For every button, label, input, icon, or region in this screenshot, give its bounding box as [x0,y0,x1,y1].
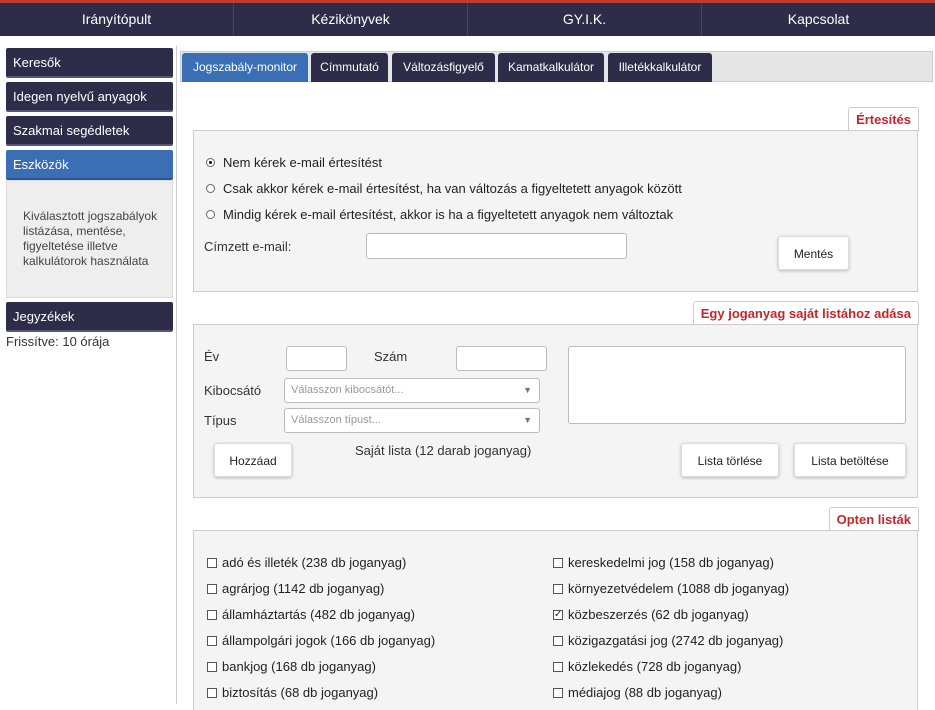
issuer-label: Kibocsátó [204,383,262,398]
radio-option-always[interactable]: Mindig kérek e-mail értesítést, akkor is… [206,207,673,222]
list-item-label: közigazgatási jog (2742 db joganyag) [568,633,784,648]
list-item-kozbeszerzes[interactable]: ✓ közbeszerzés (62 db joganyag) [553,607,749,622]
tab-interest-calculator[interactable]: Kamatkalkulátor [498,53,604,82]
sidebar: Keresők Idegen nyelvű anyagok Szakmai se… [6,48,173,349]
list-item-label: közbeszerzés (62 db joganyag) [568,607,749,622]
checkbox[interactable] [553,687,563,698]
list-item-kozigazgatasi[interactable]: közigazgatási jog (2742 db joganyag) [553,633,783,648]
type-label: Típus [204,413,237,428]
nav-contact[interactable]: Kapcsolat [702,3,935,36]
top-navigation: Irányítópult Kézikönyvek GY.I.K. Kapcsol… [0,0,935,36]
issuer-placeholder: Válasszon kibocsátót... [291,384,404,396]
radio-button[interactable] [206,184,215,193]
dropdown-arrow-icon: ▼ [523,415,532,425]
issuer-select[interactable]: Válasszon kibocsátót... ▼ [284,378,540,403]
sidebar-item-foreign-materials[interactable]: Idegen nyelvű anyagok [6,82,173,112]
list-item-label: államháztartás (482 db joganyag) [222,607,415,622]
checkbox[interactable] [553,557,563,568]
add-button[interactable]: Hozzáad [214,443,292,477]
nav-manuals[interactable]: Kézikönyvek [234,3,468,36]
load-list-button[interactable]: Lista betöltése [794,443,906,477]
sidebar-item-professional-aids[interactable]: Szakmai segédletek [6,116,173,146]
list-item-label: bankjog (168 db joganyag) [222,659,376,674]
checkbox[interactable] [553,661,563,672]
checkbox[interactable] [207,661,217,672]
radio-label: Nem kérek e-mail értesítést [223,155,382,170]
nav-faq[interactable]: GY.I.K. [468,3,702,36]
save-button[interactable]: Mentés [778,236,849,270]
list-item-kozlekedes[interactable]: közlekedés (728 db joganyag) [553,659,741,674]
list-item-label: adó és illeték (238 db joganyag) [222,555,407,570]
list-item-bankjog[interactable]: bankjog (168 db joganyag) [207,659,376,674]
email-label: Címzett e-mail: [204,239,292,254]
opten-lists-panel: adó és illeték (238 db joganyag) agrárjo… [193,530,918,710]
radio-button[interactable] [206,158,215,167]
sidebar-tools-description: Kiválasztott jogszabályok listázása, men… [6,180,173,298]
own-list-count: Saját lista (12 darab joganyag) [355,443,532,458]
dropdown-arrow-icon: ▼ [523,385,532,395]
opten-lists-title: Opten listák [828,507,919,531]
clear-list-button[interactable]: Lista törlése [681,443,779,477]
tab-address-index[interactable]: Címmutató [311,53,388,82]
number-input[interactable] [456,346,547,371]
own-list-box[interactable] [568,346,906,424]
list-item-label: biztosítás (68 db joganyag) [222,685,379,700]
list-item-biztositas[interactable]: biztosítás (68 db joganyag) [207,685,378,700]
notification-title: Értesítés [848,107,919,131]
list-item-label: médiajog (88 db joganyag) [568,685,722,700]
checkbox[interactable] [207,609,217,620]
radio-button[interactable] [206,210,215,219]
main-content: Jogszabály-monitor Címmutató Változásfig… [176,46,935,710]
tab-law-monitor[interactable]: Jogszabály-monitor [182,53,308,82]
checkbox[interactable] [207,557,217,568]
list-item-label: kereskedelmi jog (158 db joganyag) [568,555,774,570]
list-item-label: közlekedés (728 db joganyag) [568,659,742,674]
type-placeholder: Válasszon típust... [291,414,381,426]
sidebar-item-tools[interactable]: Eszközök [6,150,173,180]
checkbox[interactable] [207,583,217,594]
year-label: Év [204,349,220,364]
list-item-agrarjog[interactable]: agrárjog (1142 db joganyag) [207,581,384,596]
list-item-kereskedelmi[interactable]: kereskedelmi jog (158 db joganyag) [553,555,774,570]
add-item-panel: Év Szám Kibocsátó Válasszon kibocsátót..… [193,324,918,498]
email-field[interactable] [366,233,627,259]
tab-change-tracker[interactable]: Változásfigyelő [392,53,495,82]
list-item-allampolgari[interactable]: állampolgári jogok (166 db joganyag) [207,633,435,648]
list-item-label: agrárjog (1142 db joganyag) [222,581,385,596]
list-item-ado[interactable]: adó és illeték (238 db joganyag) [207,555,406,570]
nav-dashboard[interactable]: Irányítópult [0,3,234,36]
radio-option-none[interactable]: Nem kérek e-mail értesítést [206,155,382,170]
list-item-label: környezetvédelem (1088 db joganyag) [568,581,790,596]
list-item-label: állampolgári jogok (166 db joganyag) [222,633,436,648]
checkbox[interactable] [207,687,217,698]
radio-label: Csak akkor kérek e-mail értesítést, ha v… [223,181,682,196]
add-item-title: Egy joganyag saját listához adása [692,301,919,325]
radio-option-on-change[interactable]: Csak akkor kérek e-mail értesítést, ha v… [206,181,682,196]
number-label: Szám [374,349,408,364]
checkbox[interactable] [553,635,563,646]
checkbox[interactable] [207,635,217,646]
refresh-status: Frissítve: 10 órája [6,334,110,349]
sidebar-item-searchers[interactable]: Keresők [6,48,173,78]
radio-label: Mindig kérek e-mail értesítést, akkor is… [223,207,674,222]
type-select[interactable]: Válasszon típust... ▼ [284,408,540,433]
year-input[interactable] [286,346,347,371]
tab-fee-calculator[interactable]: Illetékkalkulátor [608,53,712,82]
list-item-allamhaztartas[interactable]: államháztartás (482 db joganyag) [207,607,415,622]
list-item-mediajog[interactable]: médiajog (88 db joganyag) [553,685,722,700]
checkbox[interactable] [553,583,563,594]
tool-tabs: Jogszabály-monitor Címmutató Változásfig… [180,51,933,82]
notification-panel: Nem kérek e-mail értesítést Csak akkor k… [193,130,918,292]
checkbox-checked[interactable]: ✓ [553,609,563,620]
list-item-kornyezetvedelem[interactable]: környezetvédelem (1088 db joganyag) [553,581,789,596]
sidebar-item-registers[interactable]: Jegyzékek [6,302,173,332]
